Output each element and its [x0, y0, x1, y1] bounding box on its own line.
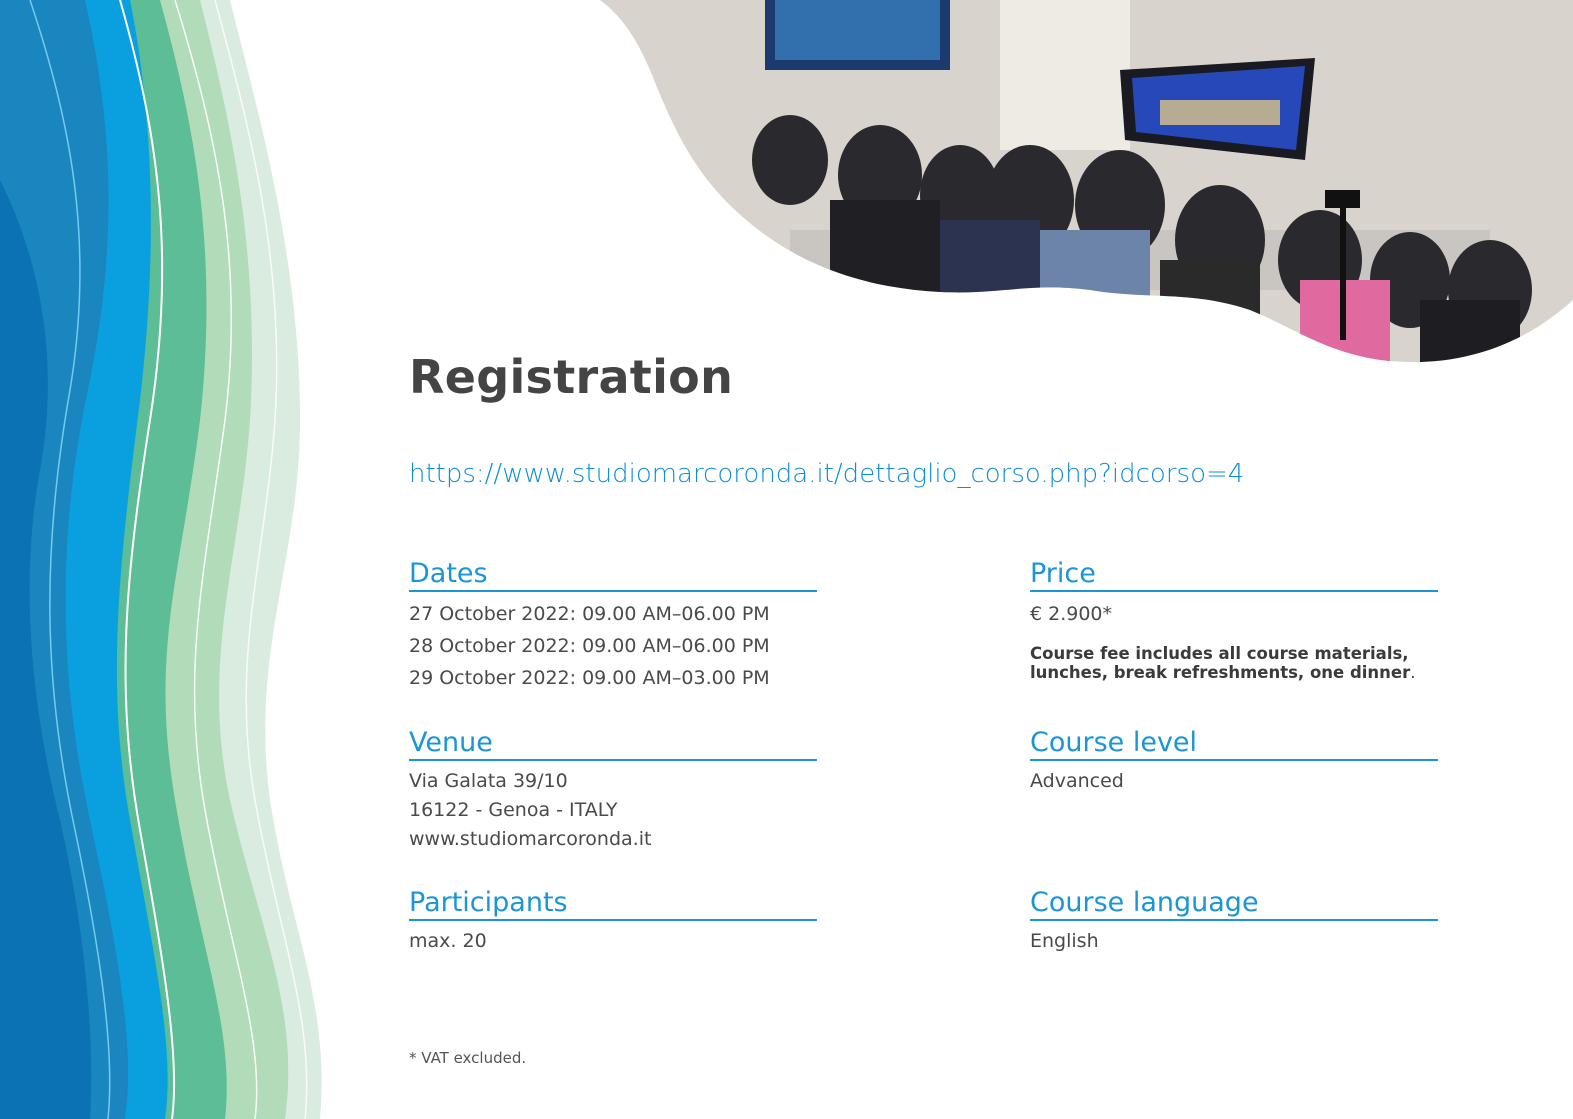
decorative-wave-band	[0, 0, 322, 1119]
course-language-heading: Course language	[1030, 887, 1438, 921]
venue-section: Venue Via Galata 39/10 16122 - Genoa - I…	[409, 727, 817, 854]
registration-link[interactable]: https://www.studiomarcoronda.it/dettagli…	[409, 459, 1244, 489]
dates-section: Dates 27 October 2022: 09.00 AM–06.00 PM…	[409, 558, 817, 694]
price-section: Price € 2.900* Course fee includes all c…	[1030, 558, 1438, 682]
venue-address-line: Via Galata 39/10	[409, 770, 568, 792]
room-window	[1000, 0, 1130, 150]
date-line-3: 29 October 2022: 09.00 AM–03.00 PM	[409, 667, 770, 689]
course-level-section: Course level Advanced	[1030, 727, 1438, 796]
course-level-value: Advanced	[1030, 770, 1124, 792]
vat-footnote: * VAT excluded.	[409, 1049, 527, 1067]
page-title: Registration	[409, 350, 734, 404]
course-level-heading: Course level	[1030, 727, 1438, 761]
date-line-2: 28 October 2022: 09.00 AM–06.00 PM	[409, 635, 770, 657]
participants-section: Participants max. 20	[409, 887, 817, 956]
course-language-value: English	[1030, 930, 1099, 952]
price-heading: Price	[1030, 558, 1438, 592]
course-classroom-photo	[600, 0, 1573, 363]
price-value: € 2.900*	[1030, 603, 1113, 625]
venue-city-line: 16122 - Genoa - ITALY	[409, 799, 618, 821]
date-line-1: 27 October 2022: 09.00 AM–06.00 PM	[409, 603, 770, 625]
camera-tripod	[1340, 200, 1346, 340]
participants-value: max. 20	[409, 930, 487, 952]
dates-heading: Dates	[409, 558, 817, 592]
venue-website[interactable]: www.studiomarcoronda.it	[409, 825, 817, 854]
price-note: Course fee includes all course materials…	[1030, 644, 1416, 682]
venue-heading: Venue	[409, 727, 817, 761]
participants-heading: Participants	[409, 887, 817, 921]
course-language-section: Course language English	[1030, 887, 1438, 956]
